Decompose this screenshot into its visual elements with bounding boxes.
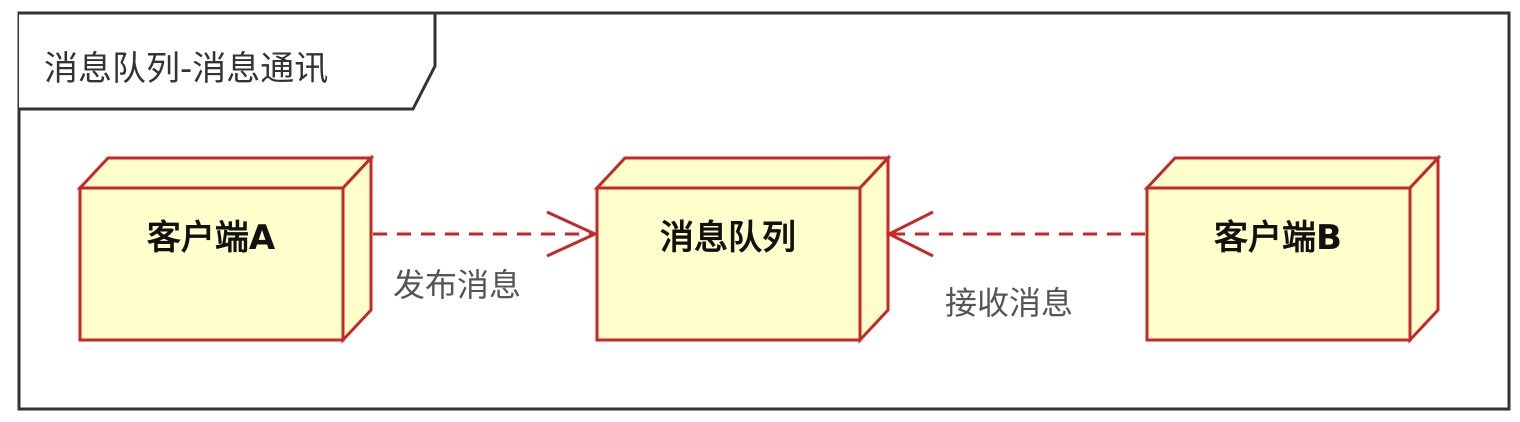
node-client-a-top bbox=[76, 156, 375, 190]
node-client-b-front bbox=[1145, 186, 1412, 342]
node-client-b-label: 客户端B bbox=[1214, 218, 1342, 258]
edge-receive-label: 接收消息 bbox=[945, 284, 1073, 322]
node-client-b-top bbox=[1143, 156, 1442, 190]
node-message-queue[interactable]: 消息队列 bbox=[593, 154, 892, 344]
node-client-a[interactable]: 客户端A bbox=[76, 154, 375, 344]
node-client-b-side bbox=[1408, 154, 1440, 344]
deployment-diagram: 消息队列-消息通讯 客户端A 消息队列 客户端B 发布消息 接收消息 bbox=[17, 11, 1511, 411]
node-client-a-side bbox=[341, 154, 373, 344]
node-client-b[interactable]: 客户端B bbox=[1143, 154, 1442, 344]
node-message-queue-label: 消息队列 bbox=[660, 218, 796, 258]
node-message-queue-side bbox=[858, 154, 890, 344]
node-client-a-front bbox=[78, 186, 345, 342]
node-message-queue-front bbox=[595, 186, 862, 342]
frame-title: 消息队列-消息通讯 bbox=[44, 49, 328, 89]
edge-publish-label: 发布消息 bbox=[393, 266, 521, 304]
node-client-a-label: 客户端A bbox=[147, 218, 276, 258]
node-message-queue-top bbox=[593, 156, 892, 190]
